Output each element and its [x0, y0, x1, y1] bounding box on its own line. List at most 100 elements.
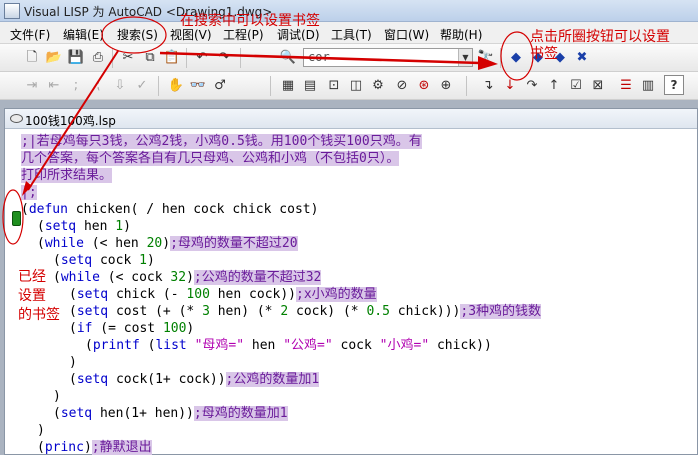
- step-over-icon[interactable]: ⊡: [324, 75, 344, 95]
- code-token: cost (+ (*: [108, 304, 203, 319]
- code-line[interactable]: (setq hen(1+ hen));母鸡的数量加1: [53, 405, 288, 422]
- find-in-files-icon[interactable]: 🔭: [476, 47, 496, 67]
- editor-title-bar[interactable]: 100钱100鸡.lsp: [5, 109, 697, 129]
- menu-edit[interactable]: 编辑(E): [63, 26, 104, 43]
- cut-icon[interactable]: ✂: [118, 47, 138, 67]
- quit-icon[interactable]: ⊘: [392, 75, 412, 95]
- menu-tools[interactable]: 工具(T): [331, 26, 372, 43]
- menu-file[interactable]: 文件(F): [10, 26, 50, 43]
- breakpoint-list-icon[interactable]: ☰: [616, 75, 636, 95]
- load-selection-icon[interactable]: ⇩: [110, 75, 130, 95]
- step-out-arrow-icon[interactable]: ↑: [544, 75, 564, 95]
- print-icon[interactable]: ⎙: [88, 47, 108, 67]
- search-combo[interactable]: cor ▼: [303, 48, 473, 67]
- watch-icon[interactable]: ♂: [210, 75, 230, 95]
- code-line[interactable]: (if (= cost 100): [69, 320, 194, 337]
- lisp-file-icon: [10, 114, 23, 123]
- code-token: (= cost: [92, 321, 163, 336]
- code-keyword: defun: [28, 202, 68, 217]
- code-line[interactable]: ): [69, 354, 77, 371]
- code-token: ): [186, 321, 195, 336]
- continue-arrow-icon[interactable]: ☑: [566, 75, 586, 95]
- inspect-icon[interactable]: 👓: [188, 75, 208, 95]
- code-token: (: [85, 338, 93, 353]
- code-line[interactable]: (while (< cock 32);公鸡的数量不超过32: [53, 269, 322, 286]
- save-icon[interactable]: 💾: [66, 47, 86, 67]
- code-line[interactable]: (setq cost (+ (* 3 hen) (* 2 cock) (* 0.…: [69, 303, 542, 320]
- code-keyword: princ: [44, 440, 84, 455]
- open-file-icon[interactable]: 📂: [44, 47, 64, 67]
- find-icon[interactable]: 🔍: [278, 47, 298, 67]
- app-icon: [4, 3, 20, 19]
- new-file-icon[interactable]: 🗋: [22, 47, 42, 67]
- clear-bookmarks-icon[interactable]: ✖: [572, 47, 592, 67]
- code-token: (: [69, 304, 77, 319]
- code-keyword: setq: [60, 406, 93, 421]
- code-line[interactable]: (setq cock 1): [53, 252, 155, 269]
- help-icon[interactable]: ?: [664, 75, 684, 95]
- toggle-bookmark-icon[interactable]: ◆: [506, 47, 526, 67]
- bookmark-marker[interactable]: [12, 211, 21, 226]
- code-line[interactable]: 几个答案，每个答案各自有几只母鸡、公鸡和小鸡（不包括0只）。: [21, 150, 400, 167]
- code-line[interactable]: (setq cock(1+ cock));公鸡的数量加1: [69, 371, 320, 388]
- code-token: (: [69, 287, 77, 302]
- watch-list-icon[interactable]: ▥: [638, 75, 658, 95]
- menu-window[interactable]: 窗口(W): [384, 26, 429, 43]
- format-icon[interactable]: ✋: [166, 75, 186, 95]
- copy-icon[interactable]: ⧉: [140, 47, 160, 67]
- code-number: 3: [202, 304, 210, 319]
- uncomment-icon[interactable]: ⁏: [88, 75, 108, 95]
- code-line[interactable]: (setq hen 1): [37, 218, 131, 235]
- undo-icon[interactable]: ↶: [192, 47, 212, 67]
- step-over-arrow-icon[interactable]: ↷: [522, 75, 542, 95]
- annotation-bookmark-line3: 的书签: [18, 307, 60, 323]
- code-token: (: [21, 202, 29, 217]
- code-line[interactable]: |;: [21, 184, 37, 201]
- check-text-icon[interactable]: ✓: [132, 75, 152, 95]
- continue-icon[interactable]: ⚙: [368, 75, 388, 95]
- quit-arrow-icon[interactable]: ⊠: [588, 75, 608, 95]
- code-token: cock) (*: [288, 304, 367, 319]
- menu-help[interactable]: 帮助(H): [440, 26, 482, 43]
- code-keyword: setq: [76, 372, 109, 387]
- code-line[interactable]: ): [37, 422, 45, 439]
- last-break-icon[interactable]: ↴: [478, 75, 498, 95]
- code-token: (: [53, 406, 61, 421]
- menu-search[interactable]: 搜索(S): [117, 26, 158, 43]
- code-token: cock(1+ cock)): [108, 372, 226, 387]
- outdent-icon[interactable]: ⇤: [44, 75, 64, 95]
- code-token: chicken( / hen cock chick cost): [67, 202, 319, 217]
- code-token: ): [83, 440, 92, 455]
- code-token: hen cock)): [209, 287, 296, 302]
- code-line[interactable]: (defun chicken( / hen cock chick cost): [21, 201, 318, 218]
- code-keyword: list: [155, 338, 187, 353]
- code-line[interactable]: ;|若母鸡每只3钱，公鸡2钱，小鸡0.5钱。用100个钱买100只鸡。有: [21, 133, 422, 150]
- indent-icon[interactable]: ⇥: [22, 75, 42, 95]
- comment-icon[interactable]: ;: [66, 75, 86, 95]
- apropos-icon[interactable]: ▦: [278, 75, 298, 95]
- code-token: hen(1+ hen)): [92, 406, 194, 421]
- paste-icon[interactable]: 📋: [162, 47, 182, 67]
- toggle-breakpoint-icon[interactable]: ⊕: [436, 75, 456, 95]
- toolbar-separator: [240, 48, 241, 68]
- code-line[interactable]: 打印所求结果。: [21, 167, 113, 184]
- code-line[interactable]: (princ);静默退出: [37, 439, 152, 455]
- reset-icon[interactable]: ⊛: [414, 75, 434, 95]
- code-token: (: [37, 440, 45, 455]
- step-into-icon[interactable]: ▤: [300, 75, 320, 95]
- step-out-icon[interactable]: ◫: [346, 75, 366, 95]
- code-line[interactable]: ): [53, 388, 61, 405]
- code-comment: ;母鸡的数量不超过20: [170, 236, 298, 251]
- annotation-bookmark-line1: 已经: [18, 269, 46, 285]
- code-line[interactable]: (while (< hen 20);母鸡的数量不超过20: [37, 235, 298, 252]
- code-number: 1: [115, 219, 124, 234]
- step-into-arrow-icon[interactable]: ↓: [500, 75, 520, 95]
- code-string: "公鸡=": [283, 338, 333, 353]
- code-comment: ;公鸡的数量加1: [225, 372, 320, 387]
- code-token: chick (-: [108, 287, 187, 302]
- code-keyword: printf: [92, 338, 140, 353]
- code-line[interactable]: (printf (list "母鸡=" hen "公鸡=" cock "小鸡="…: [85, 337, 492, 354]
- code-line[interactable]: (setq chick (- 100 hen cock));x小鸡的数量: [69, 286, 377, 303]
- redo-icon[interactable]: ↷: [214, 47, 234, 67]
- chevron-down-icon[interactable]: ▼: [458, 49, 472, 66]
